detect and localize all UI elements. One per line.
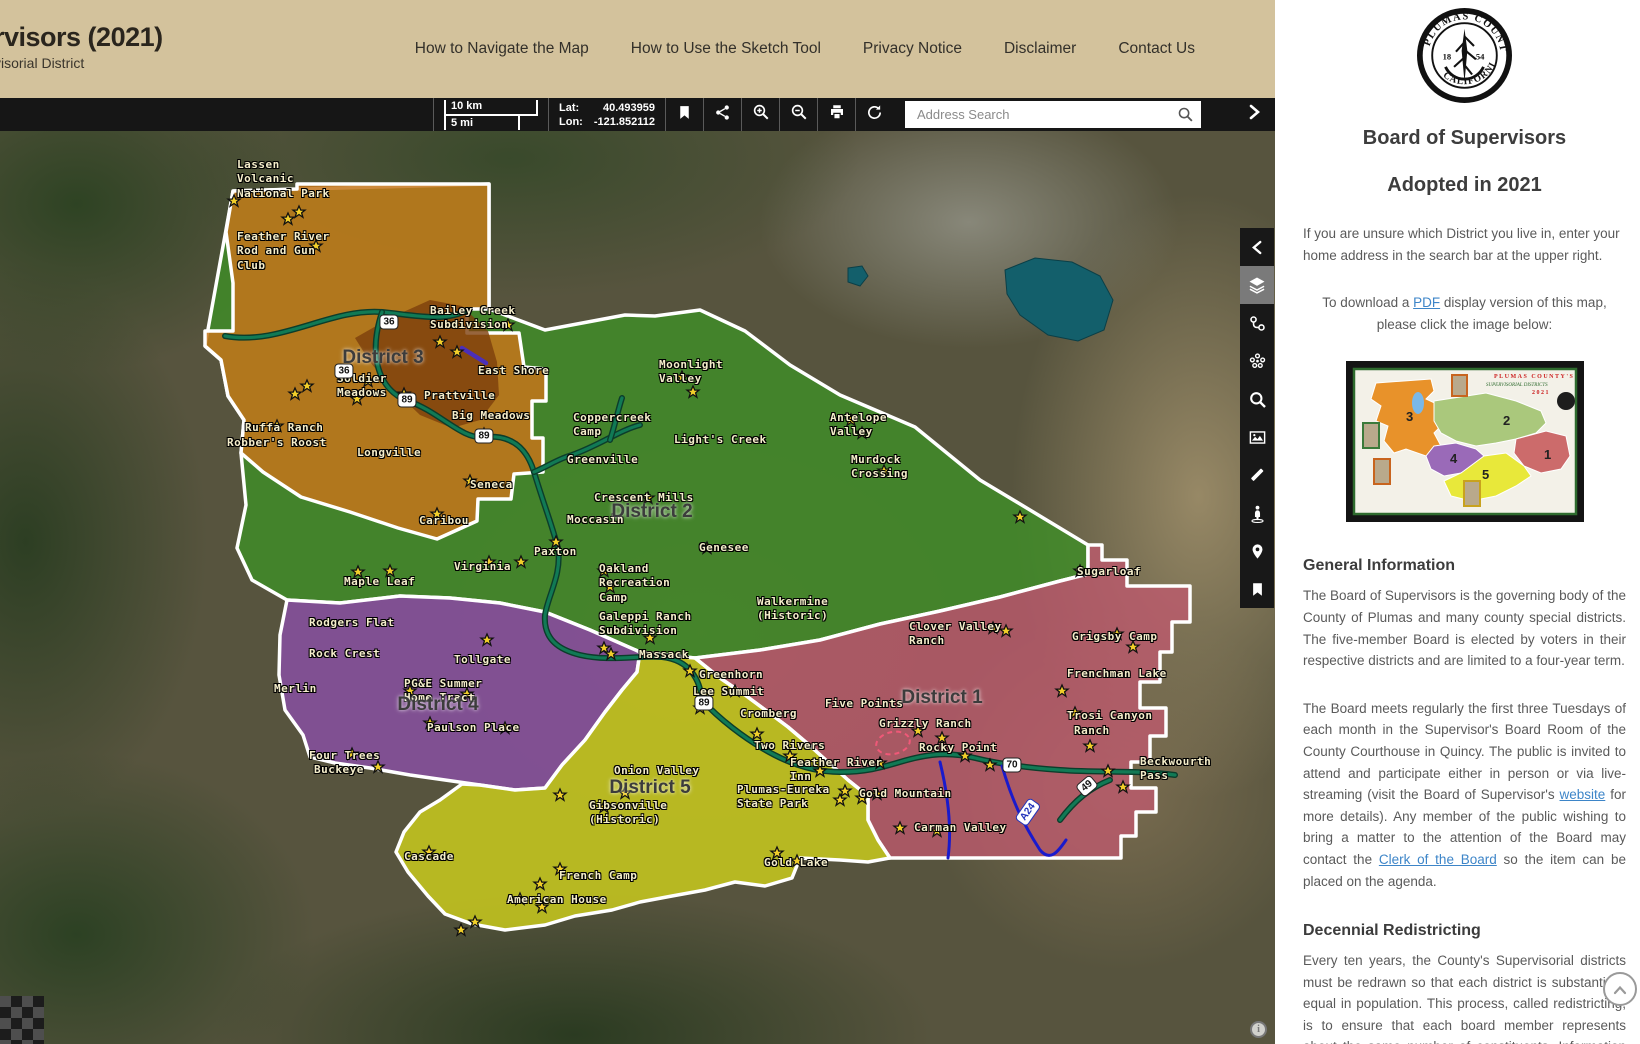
layers-icon [1247,275,1267,295]
county-seal-logo: PLUMAS COUNTY CALIFORNIA 18 54 [1417,8,1512,103]
basemap-tool-button[interactable] [1240,418,1274,456]
clerk-of-the-board-link[interactable]: Clerk of the Board [1379,852,1497,867]
general-information-p2: The Board meets regularly the first thre… [1303,698,1626,892]
general-information-p1: The Board of Supervisors is the governin… [1303,585,1626,671]
info-button[interactable]: i [1250,1021,1267,1038]
zoom-in-button[interactable] [741,98,779,131]
svg-text:54: 54 [1476,51,1485,61]
lon-label: Lon: [559,115,589,129]
info-sidebar: PLUMAS COUNTY CALIFORNIA 18 54 Board of … [1275,0,1640,1044]
bookmarks-tool-button[interactable] [1240,570,1274,608]
lat-value: 40.493959 [589,101,655,115]
nav-sketch-tool[interactable]: How to Use the Sketch Tool [631,40,821,58]
website-link[interactable]: website [1560,787,1606,802]
svg-text:3: 3 [1406,409,1413,424]
pencil-icon [1248,466,1266,484]
location-tool-button[interactable] [1240,532,1274,570]
print-icon [828,103,846,126]
svg-text:4: 4 [1450,451,1458,466]
magnifier-icon [1248,390,1267,409]
title-block: rvisors (2021) visorial District [0,22,163,71]
cluster-tool-button[interactable] [1240,342,1274,380]
refresh-button[interactable] [855,98,893,131]
svg-text:1: 1 [1544,447,1551,462]
search-icon[interactable] [1177,106,1194,128]
scale-mi: 5 mi [444,116,520,130]
share-icon [714,104,731,126]
coordinates-readout: Lat:40.493959 Lon:-121.852112 [548,98,665,131]
map-thumbnail[interactable]: 3 2 1 4 5 PLUMAS COUNTY'S SUPERVISORIAL … [1346,361,1584,527]
zoom-in-icon [752,103,770,126]
scale-km: 10 km [444,100,538,116]
pdf-link[interactable]: PDF [1413,295,1440,310]
pegman-icon [1248,504,1267,523]
lon-value: -121.852112 [589,115,655,129]
map-toolbar: 10 km 5 mi Lat:40.493959 Lon:-121.852112 [0,98,1275,131]
svg-text:2: 2 [1503,413,1510,428]
nav-disclaimer[interactable]: Disclaimer [1004,40,1076,58]
zoom-search-tool-button[interactable] [1240,380,1274,418]
chevron-right-icon [1248,104,1260,125]
download-paragraph: To download a PDF display version of thi… [1303,292,1626,335]
zoom-out-icon [790,103,808,126]
header: rvisors (2021) visorial District How to … [0,0,1275,98]
bookmark-icon [676,104,693,126]
page: rvisors (2021) visorial District How to … [0,0,1640,1044]
bookmark-icon [1250,581,1265,598]
scale-widget: 10 km 5 mi [433,98,548,131]
star-marker [455,924,467,935]
chevron-up-icon [1613,979,1627,1000]
location-pin-icon [1249,542,1266,561]
intro-paragraph: If you are unsure which District you liv… [1303,223,1626,266]
collapse-panel-button[interactable] [1240,228,1274,266]
nav-contact-us[interactable]: Contact Us [1118,40,1195,58]
svg-text:SUPERVISORIAL DISTRICTS: SUPERVISORIAL DISTRICTS [1486,383,1548,388]
map-attribution-checker [0,996,44,1044]
page-title: rvisors (2021) [0,22,163,53]
bookmark-button[interactable] [665,98,703,131]
zoom-out-button[interactable] [779,98,817,131]
svg-text:18: 18 [1443,51,1452,61]
chevron-left-icon [1252,240,1263,255]
decennial-redistricting-heading: Decennial Redistricting [1303,922,1626,940]
decennial-redistricting-p1: Every ten years, the County's Supervisor… [1303,950,1626,1044]
streetview-tool-button[interactable] [1240,494,1274,532]
share-button[interactable] [703,98,741,131]
download-pre: To download a [1322,295,1413,310]
page-subtitle: visorial District [0,55,163,71]
scroll-top-button[interactable] [1603,972,1637,1006]
top-navigation: How to Navigate the Map How to Use the S… [430,0,1195,98]
sidebar-subtitle: Adopted in 2021 [1303,174,1626,197]
lat-label: Lat: [559,101,589,115]
toolbar-expand-button[interactable] [1237,98,1271,131]
address-search-input[interactable] [905,101,1201,128]
map-tool-strip [1240,228,1274,608]
refresh-icon [866,104,883,126]
print-button[interactable] [817,98,855,131]
nav-privacy-notice[interactable]: Privacy Notice [863,40,962,58]
svg-text:PLUMAS COUNTY'S: PLUMAS COUNTY'S [1494,374,1574,380]
layers-tool-button[interactable] [1240,266,1274,304]
general-information-heading: General Information [1303,557,1626,575]
sketch-tool-button[interactable] [1240,456,1274,494]
district-overlay [0,131,1275,1044]
cluster-icon [1248,352,1267,371]
map-canvas[interactable]: Lassen Volcanic National ParkFeather Riv… [0,131,1275,1044]
address-search-wrap [905,101,1201,128]
route-tool-button[interactable] [1240,304,1274,342]
route-nodes-icon [1248,314,1267,333]
nav-how-to-navigate[interactable]: How to Navigate the Map [415,40,589,58]
sidebar-title: Board of Supervisors [1303,127,1626,150]
svg-text:5: 5 [1482,467,1489,482]
toolbar-spacer [0,98,433,131]
svg-text:2021: 2021 [1532,390,1550,396]
image-icon [1248,428,1267,447]
